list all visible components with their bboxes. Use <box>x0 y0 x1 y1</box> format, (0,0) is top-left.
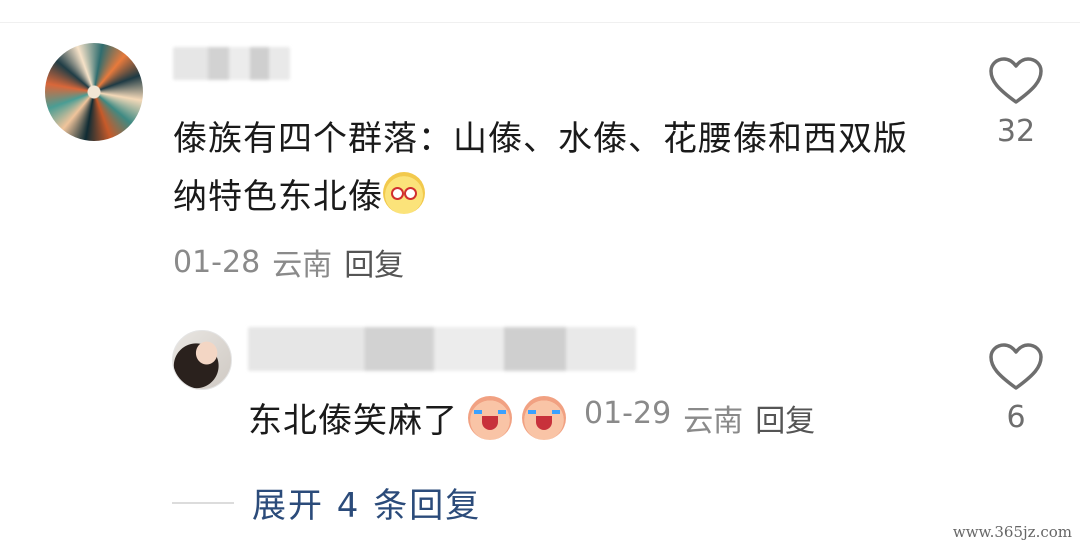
reply-date: 01-29 <box>584 395 672 431</box>
reply-like-button[interactable]: 6 <box>986 342 1046 435</box>
avatar[interactable] <box>45 43 143 141</box>
pear-face-emoji-icon <box>383 172 425 214</box>
comment-location: 云南 <box>272 248 333 283</box>
expand-replies-link[interactable]: 展开 4 条回复 <box>252 478 481 527</box>
comment-date: 01-28 <box>173 244 261 280</box>
reply-avatar[interactable] <box>172 330 232 390</box>
top-divider <box>0 22 1080 23</box>
reply-meta: 01-29 云南 回复 <box>584 396 815 440</box>
reply-text: 东北傣笑麻了 <box>248 401 458 441</box>
comment-text: 傣族有四个群落：山傣、水傣、花腰傣和西双版纳特色东北傣 <box>173 119 908 217</box>
comment-body: 傣族有四个群落：山傣、水傣、花腰傣和西双版纳特色东北傣 <box>173 110 933 226</box>
expand-divider <box>172 501 234 504</box>
reply-like-count: 6 <box>1006 400 1026 435</box>
like-count: 32 <box>996 114 1036 149</box>
reply-reply-button[interactable]: 回复 <box>755 396 815 440</box>
username-blurred[interactable] <box>173 47 290 80</box>
reply-body: 东北傣笑麻了 01-29 云南 回复 <box>248 393 815 442</box>
expand-replies[interactable]: 展开 4 条回复 <box>172 478 481 527</box>
comment-meta: 01-28 云南 回复 <box>173 240 404 284</box>
reply-button[interactable]: 回复 <box>344 240 404 284</box>
crying-face-emoji-icon <box>522 395 566 440</box>
reply-location: 云南 <box>683 403 744 439</box>
heart-icon <box>989 57 1043 104</box>
like-button[interactable]: 32 <box>986 56 1046 149</box>
watermark: www.365jz.com <box>952 523 1072 541</box>
heart-icon <box>989 343 1043 390</box>
crying-face-emoji-icon <box>468 395 512 440</box>
reply-username-blurred[interactable] <box>248 327 636 371</box>
